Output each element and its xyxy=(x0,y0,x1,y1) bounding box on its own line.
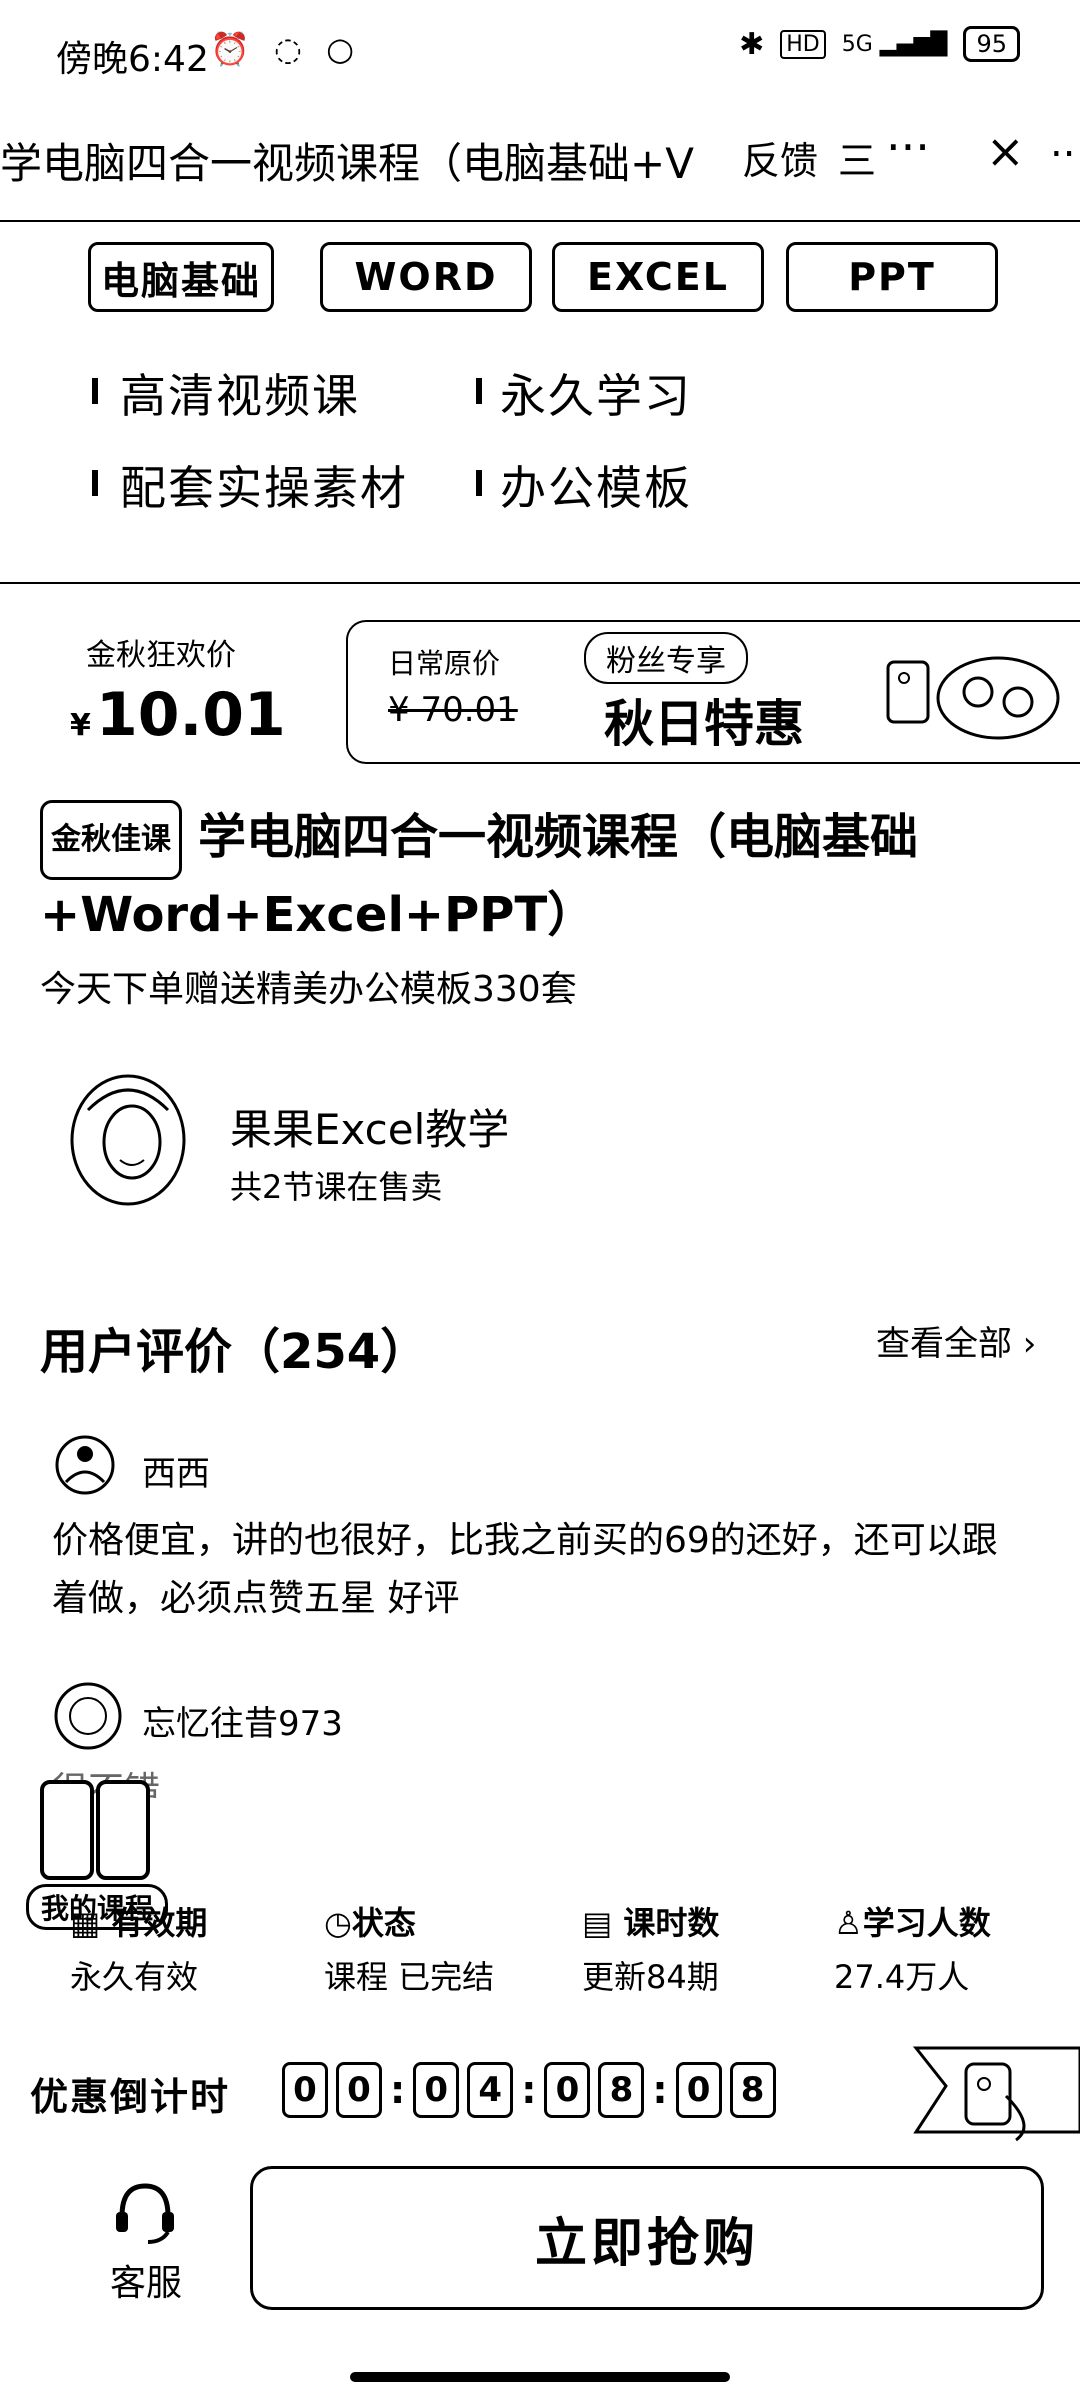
bluetooth-icon: ✱ xyxy=(739,26,765,62)
bullet-mark xyxy=(92,470,98,496)
countdown-digit: 0 xyxy=(675,2062,722,2118)
feedback-button[interactable]: 反馈 xyxy=(742,130,818,185)
countdown-digit: 0 xyxy=(336,2062,382,2118)
reviews-heading: 用户评价（254） xyxy=(40,1324,429,1380)
notification-icon: ◌ xyxy=(274,30,302,68)
promo-title: 秋日特惠 xyxy=(604,695,804,753)
countdown-digit: 0 xyxy=(544,2062,591,2118)
chat-icon: ○ xyxy=(326,30,355,68)
countdown-colon: : xyxy=(652,2068,668,2112)
book-icon xyxy=(40,1780,150,1880)
overflow-icon[interactable]: .. xyxy=(1050,120,1075,166)
user-icon: ♙ xyxy=(834,1904,863,1942)
info-status-value: 课程 已完结 xyxy=(324,1958,495,1996)
price-label: 金秋狂欢价 xyxy=(86,638,236,673)
calendar-icon: ▦ xyxy=(70,1904,101,1942)
author-name[interactable]: 果果Excel教学 xyxy=(230,1096,509,1157)
currency-symbol: ¥ xyxy=(70,708,91,743)
status-left-icons: ⏰ ◌ ○ xyxy=(210,30,354,68)
headset-icon xyxy=(116,2183,174,2244)
feature-templates: 办公模板 xyxy=(500,461,692,515)
hd-icon: HD xyxy=(780,29,826,59)
status-time: 傍晚6:42 xyxy=(56,39,209,80)
info-lessons-value: 更新84期 xyxy=(582,1958,719,1996)
review-text: 价格便宜，讲的也很好，比我之前买的69的还好，还可以跟着做，必须点赞五星 好评 xyxy=(52,1520,998,1619)
see-all-link[interactable]: 查看全部 › xyxy=(876,1316,1036,1365)
tab-word[interactable]: WORD xyxy=(320,242,532,312)
info-validity-value: 永久有效 xyxy=(70,1958,199,1996)
feature-hd-video: 高清视频课 xyxy=(120,369,360,423)
promo-detail-block: 日常原价 ¥ 70.01 粉丝专享 秋日特惠 xyxy=(346,620,1080,764)
countdown-digit: 8 xyxy=(729,2062,776,2118)
countdown-timer: 0 0 : 0 4 : 0 8 : 0 8 xyxy=(282,2062,776,2118)
home-indicator[interactable] xyxy=(350,2372,730,2382)
status-bar: 傍晚6:42 ⏰ ◌ ○ ✱ HD 5G ▂▄▆█ 95 xyxy=(0,0,1080,110)
signal-icon: 5G ▂▄▆█ xyxy=(841,31,948,57)
info-status-label: ◷状态 xyxy=(324,1904,416,1942)
countdown-digit: 8 xyxy=(598,2062,645,2118)
gift-text: 今天下单赠送精美办公模板330套 xyxy=(40,969,577,1010)
document-icon: ▤ xyxy=(582,1904,613,1942)
reviewer-avatar xyxy=(55,1435,115,1495)
alarm-icon: ⏰ xyxy=(210,30,250,68)
original-price: ¥ 70.01 xyxy=(388,690,518,730)
fans-badge: 粉丝专享 xyxy=(584,632,748,684)
bullet-mark xyxy=(476,378,482,404)
info-validity-label: ▦ 有效期 xyxy=(70,1904,208,1942)
countdown-digit: 0 xyxy=(282,2062,328,2118)
chevron-right-icon: › xyxy=(1012,1324,1037,1364)
countdown-digit: 0 xyxy=(413,2062,460,2118)
original-price-label: 日常原价 xyxy=(388,647,501,680)
countdown-colon: : xyxy=(390,2068,406,2112)
buy-now-button[interactable]: 立即抢购 xyxy=(250,2166,1044,2310)
customer-service-label: 客服 xyxy=(110,2263,183,2304)
info-learners-value: 27.4万人 xyxy=(834,1958,970,1996)
tab-computer-basics[interactable]: 电脑基础 xyxy=(88,242,274,312)
tab-excel[interactable]: EXCEL xyxy=(552,242,764,312)
promo-price-block: 金秋狂欢价 ¥ 10.01 xyxy=(0,620,340,760)
countdown-label: 优惠倒计时 xyxy=(30,2075,231,2119)
reviewer-name: 忘忆往昔973 xyxy=(142,1704,343,1744)
more-icon[interactable]: ··· xyxy=(886,120,930,174)
reviewer-name: 西西 xyxy=(142,1454,210,1494)
countdown-digit: 4 xyxy=(467,2062,514,2118)
title-bar: 学电脑四合一视频课程（电脑基础+V 反馈 三 ··· × .. xyxy=(0,120,1080,222)
countdown-colon: : xyxy=(521,2068,537,2112)
menu-icon[interactable]: 三 xyxy=(838,130,876,185)
clock-icon: ◷ xyxy=(324,1904,352,1942)
bullet-mark xyxy=(92,378,98,404)
close-icon[interactable]: × xyxy=(986,124,1025,178)
info-lessons-label: ▤ 课时数 xyxy=(582,1904,720,1942)
status-right-icons: ✱ HD 5G ▂▄▆█ 95 xyxy=(739,26,1020,62)
price-value: 10.01 xyxy=(95,680,286,750)
mascot-icon xyxy=(886,656,1060,740)
course-title-block: 金秋佳课 学电脑四合一视频课程（电脑基础+Word+Excel+PPT） xyxy=(40,800,1040,950)
course-tag: 金秋佳课 xyxy=(40,800,182,880)
author-avatar[interactable] xyxy=(58,1070,198,1220)
author-course-count: 共2节课在售卖 xyxy=(230,1168,443,1206)
bullet-mark xyxy=(476,470,482,496)
feature-permanent: 永久学习 xyxy=(500,369,692,423)
current-price: ¥ 10.01 xyxy=(70,680,286,750)
mascot-peek-icon xyxy=(912,2046,1080,2142)
info-learners-label: ♙学习人数 xyxy=(834,1904,991,1942)
tab-ppt[interactable]: PPT xyxy=(786,242,998,312)
reviewer-avatar xyxy=(54,1682,122,1750)
page-title: 学电脑四合一视频课程（电脑基础+V xyxy=(0,139,694,188)
feature-materials: 配套实操素材 xyxy=(120,461,408,515)
battery-icon: 95 xyxy=(963,26,1020,62)
